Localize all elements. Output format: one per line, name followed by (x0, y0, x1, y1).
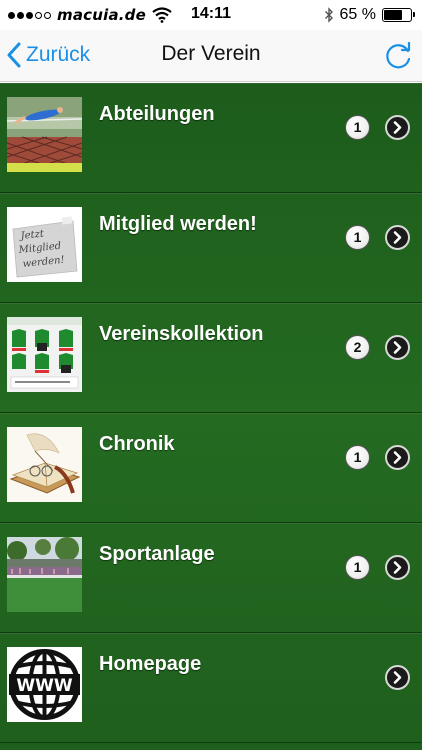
list-item-sportanlage[interactable]: Sportanlage 1 (0, 523, 422, 633)
chevron-right-icon (385, 555, 410, 580)
status-bar: macuia.de 14:11 65 % (0, 0, 422, 30)
count-badge: 1 (345, 115, 370, 140)
page-title: Der Verein (161, 42, 261, 65)
list-item-homepage[interactable]: WWW Homepage (0, 633, 422, 743)
item-label: Mitglied werden! (99, 213, 257, 235)
item-label: Vereinskollektion (99, 323, 264, 345)
sports-field-photo-icon (7, 537, 82, 612)
jersey-catalog-icon (7, 317, 82, 392)
chevron-right-icon (385, 335, 410, 360)
list-item-abteilungen[interactable]: Abteilungen 1 (0, 83, 422, 193)
chevron-right-icon (385, 445, 410, 470)
menu-list: Abteilungen 1 Jetzt Mitglied werden! Mit… (0, 83, 422, 750)
item-label: Abteilungen (99, 103, 215, 125)
high-jump-photo-icon (7, 97, 82, 172)
battery-fill (384, 10, 403, 20)
membership-note-icon: Jetzt Mitglied werden! (7, 207, 82, 282)
item-label: Chronik (99, 433, 175, 455)
count-badge: 1 (345, 225, 370, 250)
battery-percent: 65 % (339, 6, 376, 23)
status-right: 65 % (324, 6, 415, 24)
chevron-right-icon (385, 225, 410, 250)
count-badge: 1 (345, 555, 370, 580)
navigation-bar: Zurück Der Verein (0, 30, 422, 82)
list-item-chronik[interactable]: Chronik 1 (0, 413, 422, 523)
item-label: Sportanlage (99, 543, 215, 565)
www-globe-icon: WWW (7, 647, 82, 722)
count-badge: 2 (345, 335, 370, 360)
chevron-right-icon (385, 665, 410, 690)
battery-icon (382, 8, 415, 22)
list-item-vereinskollektion[interactable]: Vereinskollektion 2 (0, 303, 422, 413)
old-book-quill-icon (7, 427, 82, 502)
chevron-right-icon (385, 115, 410, 140)
bluetooth-icon (324, 7, 333, 23)
item-label: Homepage (99, 653, 202, 675)
refresh-icon[interactable] (382, 40, 414, 72)
list-item-mitglied-werden[interactable]: Jetzt Mitglied werden! Mitglied werden! … (0, 193, 422, 303)
count-badge: 1 (345, 445, 370, 470)
globe-www-text: WWW (16, 676, 73, 696)
